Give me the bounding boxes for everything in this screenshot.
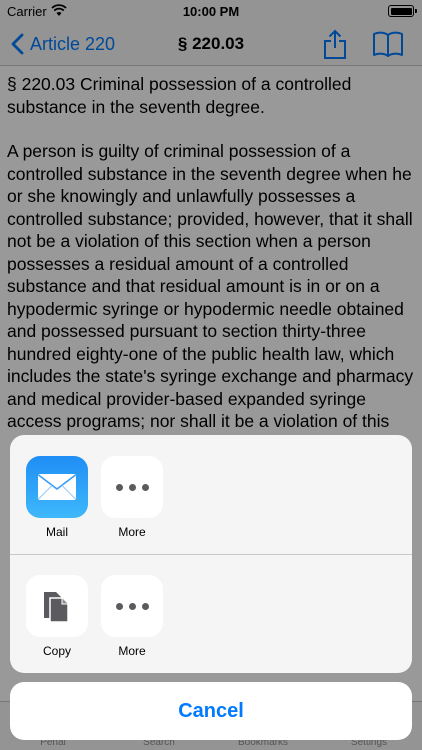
- more-actions-label: More: [118, 644, 146, 658]
- share-sheet-row-apps: Mail More: [10, 435, 412, 554]
- share-more-label: More: [118, 525, 146, 539]
- share-mail-label: Mail: [45, 525, 68, 539]
- share-more-button[interactable]: More: [101, 456, 163, 539]
- cancel-button[interactable]: Cancel: [10, 682, 412, 740]
- share-sheet: Mail More Copy More: [10, 435, 412, 673]
- copy-action-button[interactable]: Copy: [26, 575, 88, 658]
- mail-icon: [26, 456, 88, 518]
- copy-action-label: Copy: [42, 644, 71, 658]
- share-mail-button[interactable]: Mail: [26, 456, 88, 539]
- more-icon: [101, 575, 163, 637]
- copy-icon: [26, 575, 88, 637]
- share-sheet-row-actions: Copy More: [10, 554, 412, 673]
- more-actions-button[interactable]: More: [101, 575, 163, 658]
- more-icon: [101, 456, 163, 518]
